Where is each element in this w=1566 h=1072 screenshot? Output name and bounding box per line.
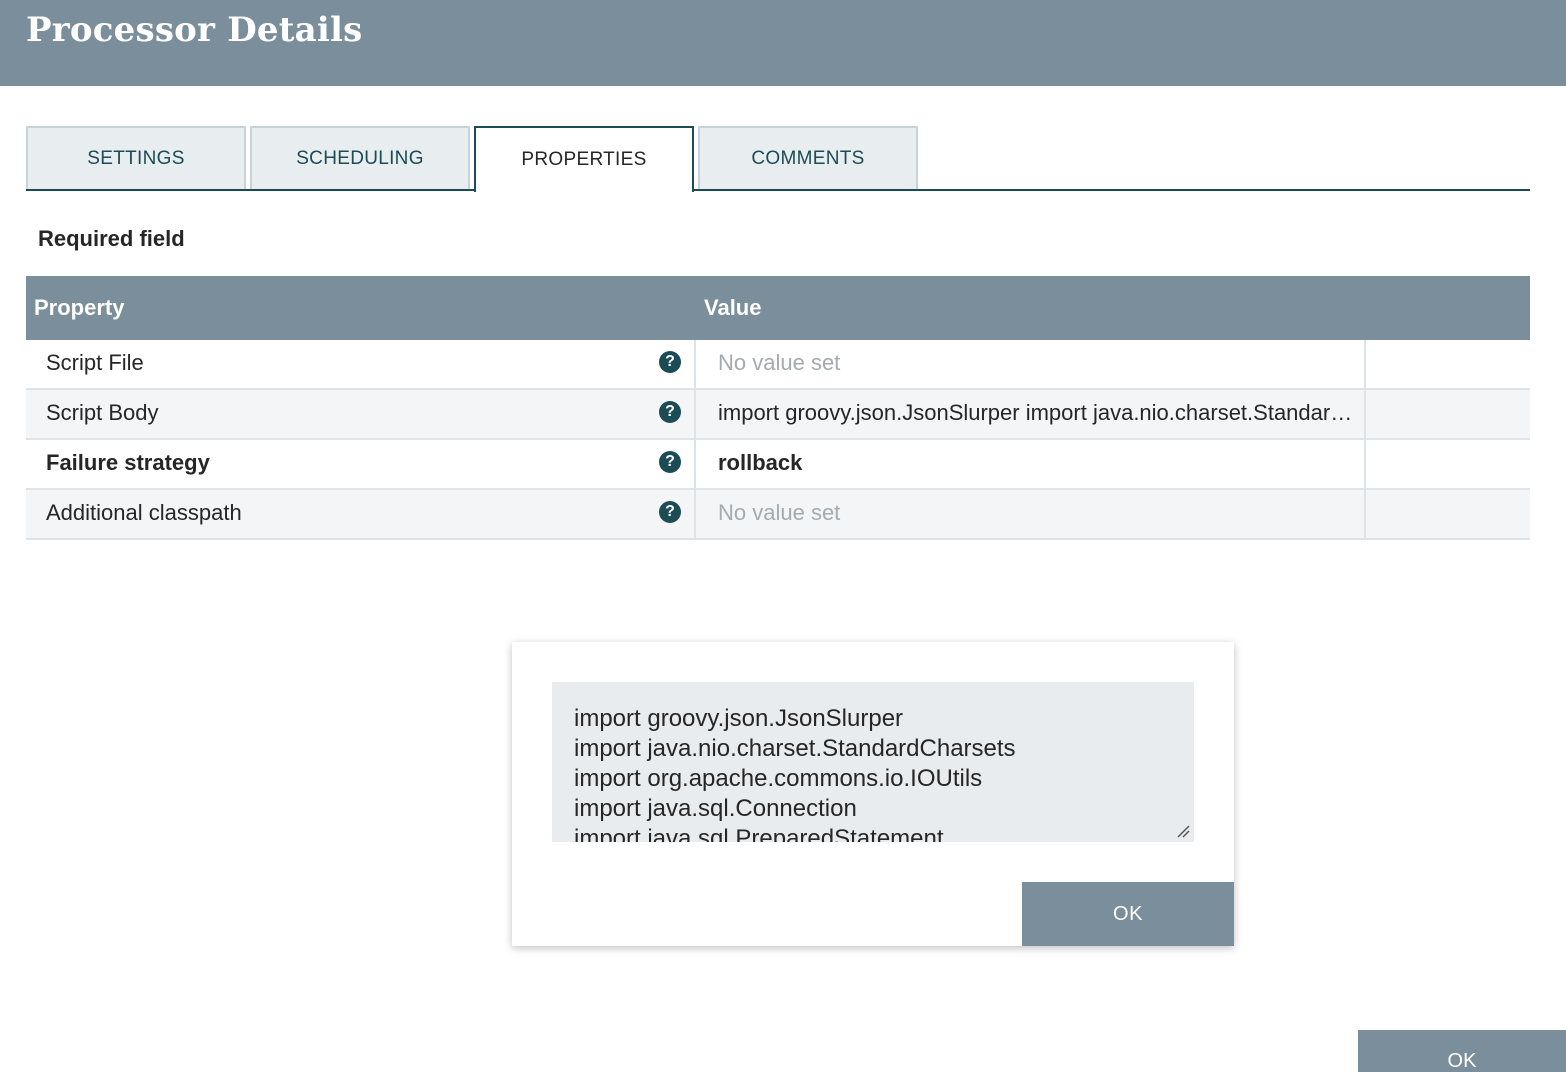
- properties-table: Property Value Script File ? No value se…: [26, 276, 1530, 540]
- table-row: Additional classpath ? No value set: [26, 490, 1530, 540]
- tab-properties[interactable]: PROPERTIES: [474, 126, 694, 192]
- tab-scheduling[interactable]: SCHEDULING: [250, 126, 470, 190]
- property-value[interactable]: No value set: [718, 490, 1358, 536]
- property-name: Script File: [46, 350, 144, 375]
- value-cell[interactable]: import groovy.json.JsonSlurper import ja…: [696, 390, 1366, 438]
- value-editor-popup: import groovy.json.JsonSlurper import ja…: [512, 642, 1234, 946]
- table-row: Script File ? No value set: [26, 340, 1530, 390]
- column-header-property: Property: [34, 295, 125, 320]
- table-row: Script Body ? import groovy.json.JsonSlu…: [26, 390, 1530, 440]
- value-cell[interactable]: No value set: [696, 340, 1366, 388]
- property-value[interactable]: rollback: [718, 440, 1358, 486]
- code-line: import org.apache.commons.io.IOUtils: [574, 765, 983, 792]
- required-field-legend: Required field: [38, 226, 185, 251]
- code-line: import java.nio.charset.StandardCharsets: [574, 735, 1016, 762]
- table-header: Property Value: [26, 276, 1530, 340]
- tab-bar: SETTINGS SCHEDULING PROPERTIES COMMENTS: [26, 126, 1530, 192]
- question-circle-icon[interactable]: ?: [659, 401, 681, 423]
- editor-ok-button[interactable]: OK: [1022, 882, 1234, 946]
- question-circle-icon[interactable]: ?: [659, 451, 681, 473]
- dialog-ok-button[interactable]: OK: [1358, 1030, 1566, 1072]
- dialog-ok-label: OK: [1447, 1050, 1477, 1072]
- tab-comments[interactable]: COMMENTS: [698, 126, 918, 190]
- value-cell[interactable]: rollback: [696, 440, 1366, 488]
- property-cell: Additional classpath ?: [26, 490, 696, 538]
- code-line: import java.sql.PreparedStatement: [574, 825, 944, 842]
- property-name: Script Body: [46, 400, 159, 425]
- dialog-header: Processor Details: [0, 0, 1566, 86]
- column-header-value: Value: [704, 295, 762, 320]
- tab-underline: [26, 189, 1530, 191]
- property-cell: Failure strategy ?: [26, 440, 696, 488]
- property-cell: Script Body ?: [26, 390, 696, 438]
- property-value[interactable]: No value set: [718, 340, 1358, 386]
- table-row: Failure strategy ? rollback: [26, 440, 1530, 490]
- question-circle-icon[interactable]: ?: [659, 351, 681, 373]
- property-name: Failure strategy: [46, 450, 210, 475]
- property-cell: Script File ?: [26, 340, 696, 388]
- property-name: Additional classpath: [46, 500, 242, 525]
- tab-settings[interactable]: SETTINGS: [26, 126, 246, 190]
- dialog-title: Processor Details: [26, 10, 363, 50]
- question-circle-icon[interactable]: ?: [659, 501, 681, 523]
- code-line: import groovy.json.JsonSlurper: [574, 705, 904, 732]
- value-cell[interactable]: No value set: [696, 490, 1366, 538]
- code-line: import java.sql.Connection: [574, 795, 857, 822]
- property-value[interactable]: import groovy.json.JsonSlurper import ja…: [718, 390, 1358, 436]
- script-body-textarea[interactable]: import groovy.json.JsonSlurper import ja…: [552, 682, 1194, 842]
- resize-handle-icon[interactable]: [1176, 824, 1190, 838]
